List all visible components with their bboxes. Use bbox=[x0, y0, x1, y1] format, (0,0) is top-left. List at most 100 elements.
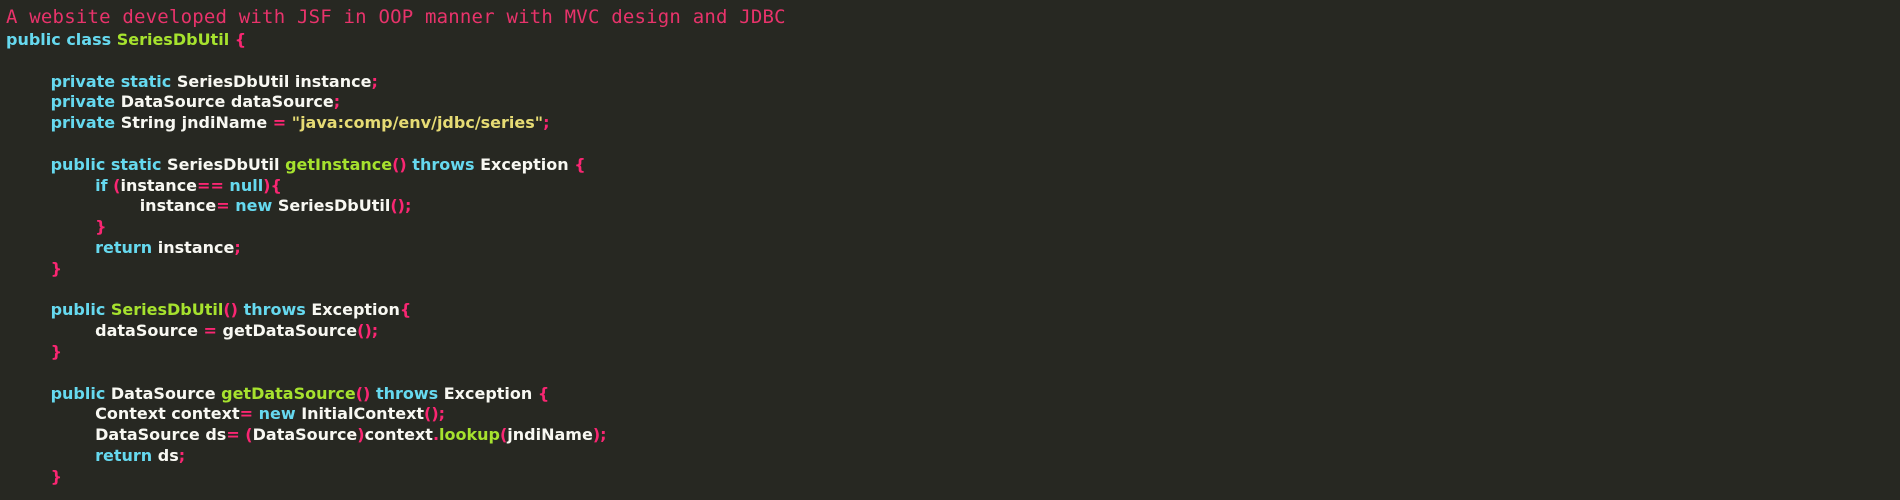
code-function-name: getInstance bbox=[285, 154, 393, 174]
code-line: instance= new SeriesDbUtil(); bbox=[6, 196, 607, 217]
code-punctuation: = bbox=[272, 113, 292, 133]
code-punctuation: ) bbox=[357, 425, 365, 445]
code-punctuation: ; bbox=[333, 92, 341, 112]
code-line: } bbox=[6, 259, 607, 280]
code-text: context bbox=[364, 425, 433, 445]
code-keyword: if bbox=[95, 175, 114, 195]
code-keyword: private bbox=[50, 92, 121, 112]
code-punctuation: { bbox=[574, 154, 586, 174]
code-text: DataSource bbox=[252, 425, 358, 445]
code-punctuation: = bbox=[216, 196, 236, 216]
code-punctuation: { bbox=[399, 300, 412, 320]
code-keyword: private static bbox=[50, 71, 177, 91]
code-line: private String jndiName = "java:comp/env… bbox=[6, 113, 607, 134]
code-function-name: SeriesDbUtil bbox=[110, 300, 224, 320]
code-text: jndiName bbox=[507, 425, 593, 445]
code-keyword: return bbox=[95, 445, 158, 465]
code-keyword: null bbox=[229, 175, 264, 195]
code-line: public DataSource getDataSource() throws… bbox=[6, 384, 607, 405]
code-text: instance bbox=[157, 237, 235, 257]
code-text: getDataSource bbox=[222, 321, 358, 341]
code-punctuation: (); bbox=[424, 404, 446, 424]
code-function-name: getDataSource bbox=[221, 383, 356, 403]
code-punctuation: () bbox=[355, 383, 376, 403]
code-punctuation: } bbox=[50, 258, 62, 278]
code-text: SeriesDbUtil bbox=[167, 154, 286, 174]
code-line: public SeriesDbUtil() throws Exception{ bbox=[6, 300, 607, 321]
code-punctuation: ; bbox=[543, 113, 550, 133]
code-text: Exception bbox=[480, 154, 575, 174]
code-keyword: public static bbox=[50, 154, 168, 174]
code-text: Context context bbox=[6, 404, 240, 424]
code-line: DataSource ds= (DataSource)context.looku… bbox=[6, 425, 607, 446]
code-function-name: SeriesDbUtil bbox=[116, 30, 230, 49]
code-punctuation: ; bbox=[371, 71, 378, 91]
code-punctuation: { bbox=[537, 383, 550, 403]
code-line: } bbox=[6, 467, 607, 488]
code-punctuation: ); bbox=[592, 425, 607, 445]
code-string: "java:comp/env/jdbc/series" bbox=[291, 113, 544, 133]
code-text: instance bbox=[6, 196, 217, 216]
code-text: dataSource bbox=[6, 321, 204, 341]
code-punctuation: } bbox=[50, 341, 62, 361]
code-text: InitialContext bbox=[301, 404, 425, 424]
code-text: SeriesDbUtil bbox=[277, 196, 391, 216]
code-line: private DataSource dataSource; bbox=[6, 92, 607, 113]
code-function-name: lookup bbox=[439, 425, 500, 445]
code-keyword: new bbox=[235, 196, 278, 216]
code-punctuation: == bbox=[197, 175, 230, 195]
code-keyword: throws bbox=[243, 300, 312, 320]
code-line: Context context= new InitialContext(); bbox=[6, 404, 607, 425]
code-punctuation: ; bbox=[234, 237, 241, 257]
code-keyword: public class bbox=[6, 30, 117, 49]
page-title: A website developed with JSF in OOP mann… bbox=[6, 6, 786, 28]
code-keyword: throws bbox=[375, 383, 444, 403]
code-keyword: public bbox=[50, 383, 111, 403]
code-punctuation: = bbox=[203, 321, 223, 341]
code-line: public static SeriesDbUtil getInstance()… bbox=[6, 155, 607, 176]
code-punctuation: () bbox=[392, 154, 413, 174]
code-text: DataSource bbox=[110, 383, 222, 403]
code-keyword: throws bbox=[412, 154, 481, 174]
code-text: DataSource ds bbox=[6, 425, 227, 445]
code-text: Exception bbox=[443, 383, 538, 403]
code-punctuation: (); bbox=[357, 321, 379, 341]
code-keyword: public bbox=[50, 300, 111, 320]
code-line: if (instance== null){ bbox=[6, 176, 607, 197]
code-punctuation: { bbox=[229, 30, 247, 49]
code-text: SeriesDbUtil instance bbox=[176, 71, 372, 91]
code-line: return ds; bbox=[6, 446, 607, 467]
code-keyword: private bbox=[50, 113, 121, 133]
code-text: instance bbox=[120, 175, 198, 195]
code-keyword: return bbox=[95, 237, 158, 257]
code-text: Exception bbox=[311, 300, 400, 320]
code-keyword: new bbox=[258, 404, 302, 424]
code-punctuation: = bbox=[239, 404, 259, 424]
code-punctuation: ){ bbox=[263, 175, 282, 195]
code-punctuation: () bbox=[223, 300, 244, 320]
code-line: return instance; bbox=[6, 238, 607, 259]
code-text: String jndiName bbox=[120, 113, 273, 133]
code-text: DataSource dataSource bbox=[120, 92, 334, 112]
code-line: } bbox=[6, 342, 607, 363]
code-punctuation: = ( bbox=[226, 425, 253, 445]
code-block: public class SeriesDbUtil { private stat… bbox=[6, 30, 607, 488]
code-punctuation: ; bbox=[178, 445, 186, 465]
code-punctuation: (); bbox=[390, 196, 412, 216]
code-line: } bbox=[6, 217, 607, 238]
